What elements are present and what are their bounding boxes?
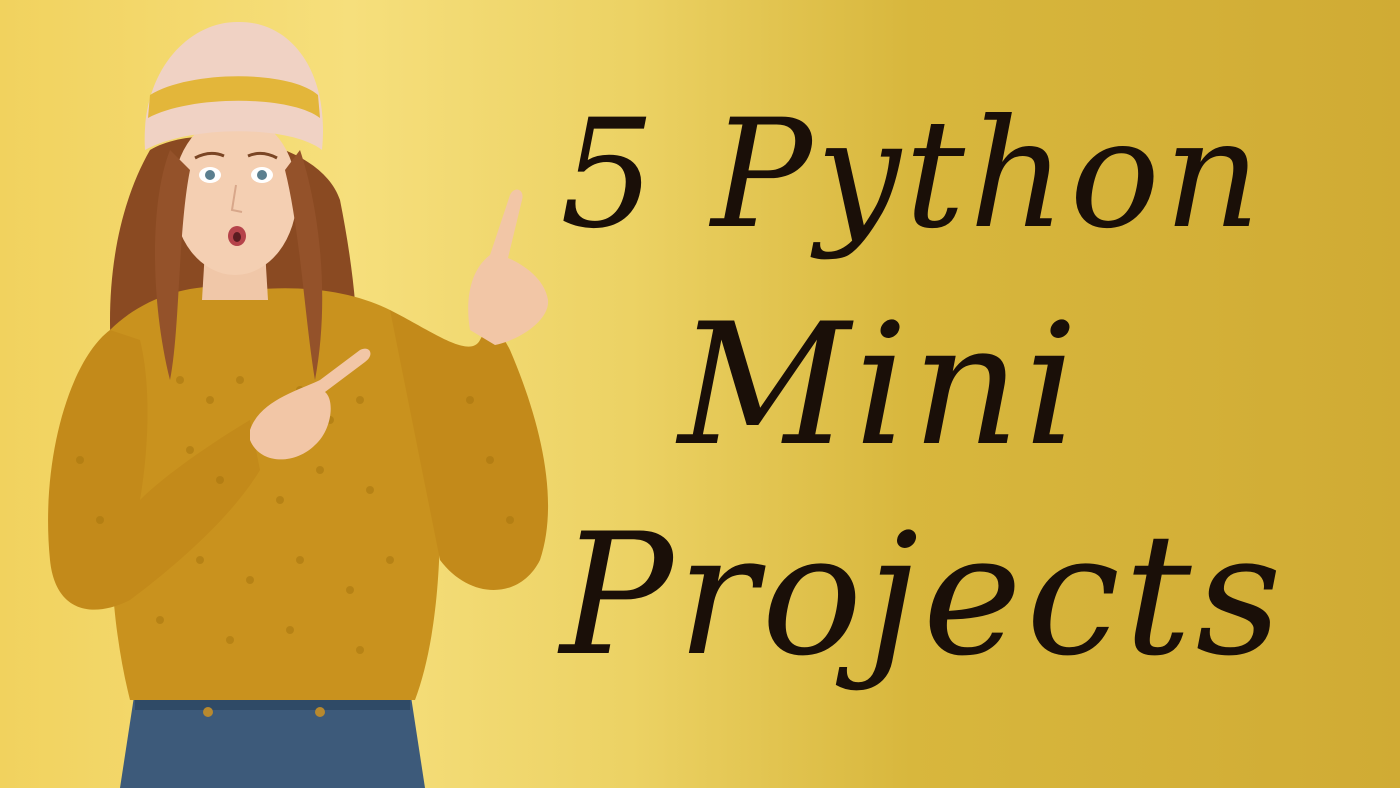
title-line-1: 5 Python — [560, 88, 1265, 262]
title-line-3: Projects — [560, 497, 1286, 693]
title-line-2: Mini — [678, 287, 1082, 483]
thumbnail-title: 5 Python Mini Projects — [560, 70, 1286, 700]
woman-pointing-illustration — [48, 21, 549, 788]
